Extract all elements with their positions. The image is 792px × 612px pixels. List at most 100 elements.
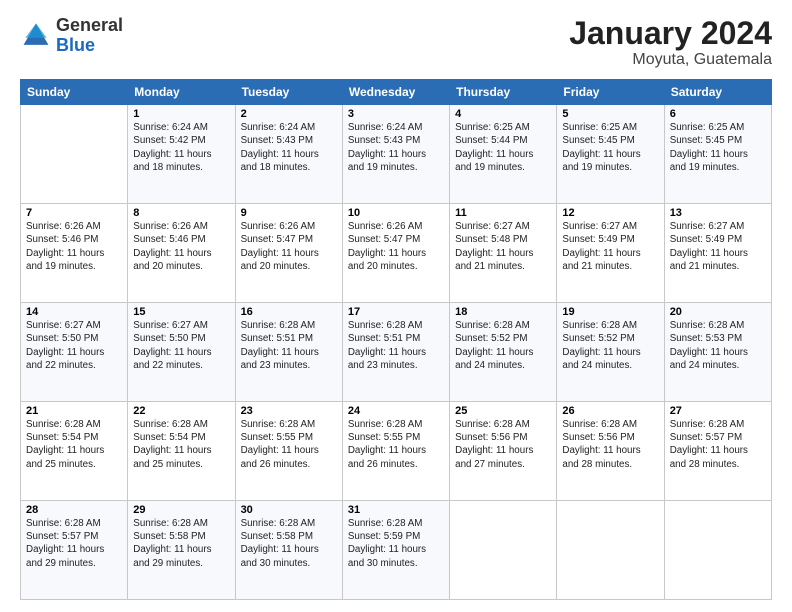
day-number: 24 — [348, 405, 444, 417]
day-number: 6 — [670, 108, 766, 120]
day-number: 15 — [133, 306, 229, 318]
header-sunday: Sunday — [21, 80, 128, 105]
day-number: 10 — [348, 207, 444, 219]
day-number: 26 — [562, 405, 658, 417]
logo: General Blue — [20, 16, 123, 56]
day-info: Sunrise: 6:28 AM Sunset: 5:56 PM Dayligh… — [455, 418, 551, 471]
day-number: 14 — [26, 306, 122, 318]
day-info: Sunrise: 6:28 AM Sunset: 5:56 PM Dayligh… — [562, 418, 658, 471]
day-cell: 6Sunrise: 6:25 AM Sunset: 5:45 PM Daylig… — [664, 105, 771, 204]
logo-text: General Blue — [56, 16, 123, 56]
day-info: Sunrise: 6:24 AM Sunset: 5:43 PM Dayligh… — [348, 121, 444, 174]
day-number: 12 — [562, 207, 658, 219]
day-info: Sunrise: 6:24 AM Sunset: 5:42 PM Dayligh… — [133, 121, 229, 174]
day-cell: 11Sunrise: 6:27 AM Sunset: 5:48 PM Dayli… — [450, 204, 557, 303]
header-wednesday: Wednesday — [342, 80, 449, 105]
location: Moyuta, Guatemala — [569, 51, 772, 69]
day-number: 31 — [348, 504, 444, 516]
day-cell: 8Sunrise: 6:26 AM Sunset: 5:46 PM Daylig… — [128, 204, 235, 303]
week-row-3: 21Sunrise: 6:28 AM Sunset: 5:54 PM Dayli… — [21, 402, 772, 501]
header-tuesday: Tuesday — [235, 80, 342, 105]
day-number: 28 — [26, 504, 122, 516]
day-cell: 4Sunrise: 6:25 AM Sunset: 5:44 PM Daylig… — [450, 105, 557, 204]
day-number: 22 — [133, 405, 229, 417]
day-info: Sunrise: 6:27 AM Sunset: 5:49 PM Dayligh… — [670, 220, 766, 273]
day-info: Sunrise: 6:27 AM Sunset: 5:49 PM Dayligh… — [562, 220, 658, 273]
header-monday: Monday — [128, 80, 235, 105]
header-thursday: Thursday — [450, 80, 557, 105]
day-cell: 15Sunrise: 6:27 AM Sunset: 5:50 PM Dayli… — [128, 303, 235, 402]
day-info: Sunrise: 6:28 AM Sunset: 5:52 PM Dayligh… — [562, 319, 658, 372]
day-cell: 16Sunrise: 6:28 AM Sunset: 5:51 PM Dayli… — [235, 303, 342, 402]
day-number: 2 — [241, 108, 337, 120]
day-cell: 5Sunrise: 6:25 AM Sunset: 5:45 PM Daylig… — [557, 105, 664, 204]
logo-icon — [20, 20, 52, 52]
header-row: SundayMondayTuesdayWednesdayThursdayFrid… — [21, 80, 772, 105]
day-info: Sunrise: 6:26 AM Sunset: 5:47 PM Dayligh… — [348, 220, 444, 273]
day-info: Sunrise: 6:28 AM Sunset: 5:54 PM Dayligh… — [26, 418, 122, 471]
day-cell: 27Sunrise: 6:28 AM Sunset: 5:57 PM Dayli… — [664, 402, 771, 501]
day-cell: 10Sunrise: 6:26 AM Sunset: 5:47 PM Dayli… — [342, 204, 449, 303]
day-number: 7 — [26, 207, 122, 219]
day-info: Sunrise: 6:27 AM Sunset: 5:50 PM Dayligh… — [26, 319, 122, 372]
title-block: January 2024 Moyuta, Guatemala — [569, 16, 772, 69]
header: General Blue January 2024 Moyuta, Guatem… — [20, 16, 772, 69]
header-friday: Friday — [557, 80, 664, 105]
day-cell: 9Sunrise: 6:26 AM Sunset: 5:47 PM Daylig… — [235, 204, 342, 303]
day-info: Sunrise: 6:28 AM Sunset: 5:55 PM Dayligh… — [241, 418, 337, 471]
day-number: 20 — [670, 306, 766, 318]
day-cell — [21, 105, 128, 204]
month-title: January 2024 — [569, 16, 772, 51]
day-info: Sunrise: 6:26 AM Sunset: 5:46 PM Dayligh… — [133, 220, 229, 273]
day-number: 21 — [26, 405, 122, 417]
day-cell: 18Sunrise: 6:28 AM Sunset: 5:52 PM Dayli… — [450, 303, 557, 402]
day-info: Sunrise: 6:26 AM Sunset: 5:46 PM Dayligh… — [26, 220, 122, 273]
page: General Blue January 2024 Moyuta, Guatem… — [0, 0, 792, 612]
day-cell: 29Sunrise: 6:28 AM Sunset: 5:58 PM Dayli… — [128, 501, 235, 600]
week-row-0: 1Sunrise: 6:24 AM Sunset: 5:42 PM Daylig… — [21, 105, 772, 204]
day-cell: 22Sunrise: 6:28 AM Sunset: 5:54 PM Dayli… — [128, 402, 235, 501]
day-cell: 30Sunrise: 6:28 AM Sunset: 5:58 PM Dayli… — [235, 501, 342, 600]
logo-blue: Blue — [56, 35, 95, 55]
day-cell: 21Sunrise: 6:28 AM Sunset: 5:54 PM Dayli… — [21, 402, 128, 501]
day-number: 29 — [133, 504, 229, 516]
day-cell: 28Sunrise: 6:28 AM Sunset: 5:57 PM Dayli… — [21, 501, 128, 600]
day-cell: 2Sunrise: 6:24 AM Sunset: 5:43 PM Daylig… — [235, 105, 342, 204]
day-info: Sunrise: 6:28 AM Sunset: 5:59 PM Dayligh… — [348, 517, 444, 570]
day-number: 27 — [670, 405, 766, 417]
day-cell: 25Sunrise: 6:28 AM Sunset: 5:56 PM Dayli… — [450, 402, 557, 501]
day-number: 9 — [241, 207, 337, 219]
day-number: 16 — [241, 306, 337, 318]
day-info: Sunrise: 6:28 AM Sunset: 5:57 PM Dayligh… — [670, 418, 766, 471]
week-row-2: 14Sunrise: 6:27 AM Sunset: 5:50 PM Dayli… — [21, 303, 772, 402]
day-number: 3 — [348, 108, 444, 120]
day-info: Sunrise: 6:28 AM Sunset: 5:52 PM Dayligh… — [455, 319, 551, 372]
day-info: Sunrise: 6:25 AM Sunset: 5:45 PM Dayligh… — [562, 121, 658, 174]
day-number: 1 — [133, 108, 229, 120]
week-row-1: 7Sunrise: 6:26 AM Sunset: 5:46 PM Daylig… — [21, 204, 772, 303]
day-number: 19 — [562, 306, 658, 318]
day-number: 8 — [133, 207, 229, 219]
day-info: Sunrise: 6:28 AM Sunset: 5:54 PM Dayligh… — [133, 418, 229, 471]
day-cell: 14Sunrise: 6:27 AM Sunset: 5:50 PM Dayli… — [21, 303, 128, 402]
day-info: Sunrise: 6:28 AM Sunset: 5:51 PM Dayligh… — [241, 319, 337, 372]
day-cell: 26Sunrise: 6:28 AM Sunset: 5:56 PM Dayli… — [557, 402, 664, 501]
day-cell: 23Sunrise: 6:28 AM Sunset: 5:55 PM Dayli… — [235, 402, 342, 501]
day-cell — [450, 501, 557, 600]
day-number: 23 — [241, 405, 337, 417]
day-cell — [557, 501, 664, 600]
day-cell: 17Sunrise: 6:28 AM Sunset: 5:51 PM Dayli… — [342, 303, 449, 402]
day-cell: 20Sunrise: 6:28 AM Sunset: 5:53 PM Dayli… — [664, 303, 771, 402]
day-info: Sunrise: 6:28 AM Sunset: 5:58 PM Dayligh… — [133, 517, 229, 570]
day-number: 4 — [455, 108, 551, 120]
day-info: Sunrise: 6:24 AM Sunset: 5:43 PM Dayligh… — [241, 121, 337, 174]
week-row-4: 28Sunrise: 6:28 AM Sunset: 5:57 PM Dayli… — [21, 501, 772, 600]
day-cell: 13Sunrise: 6:27 AM Sunset: 5:49 PM Dayli… — [664, 204, 771, 303]
day-info: Sunrise: 6:25 AM Sunset: 5:45 PM Dayligh… — [670, 121, 766, 174]
day-info: Sunrise: 6:28 AM Sunset: 5:57 PM Dayligh… — [26, 517, 122, 570]
day-cell: 7Sunrise: 6:26 AM Sunset: 5:46 PM Daylig… — [21, 204, 128, 303]
day-info: Sunrise: 6:28 AM Sunset: 5:58 PM Dayligh… — [241, 517, 337, 570]
day-info: Sunrise: 6:28 AM Sunset: 5:51 PM Dayligh… — [348, 319, 444, 372]
day-cell: 19Sunrise: 6:28 AM Sunset: 5:52 PM Dayli… — [557, 303, 664, 402]
day-info: Sunrise: 6:25 AM Sunset: 5:44 PM Dayligh… — [455, 121, 551, 174]
